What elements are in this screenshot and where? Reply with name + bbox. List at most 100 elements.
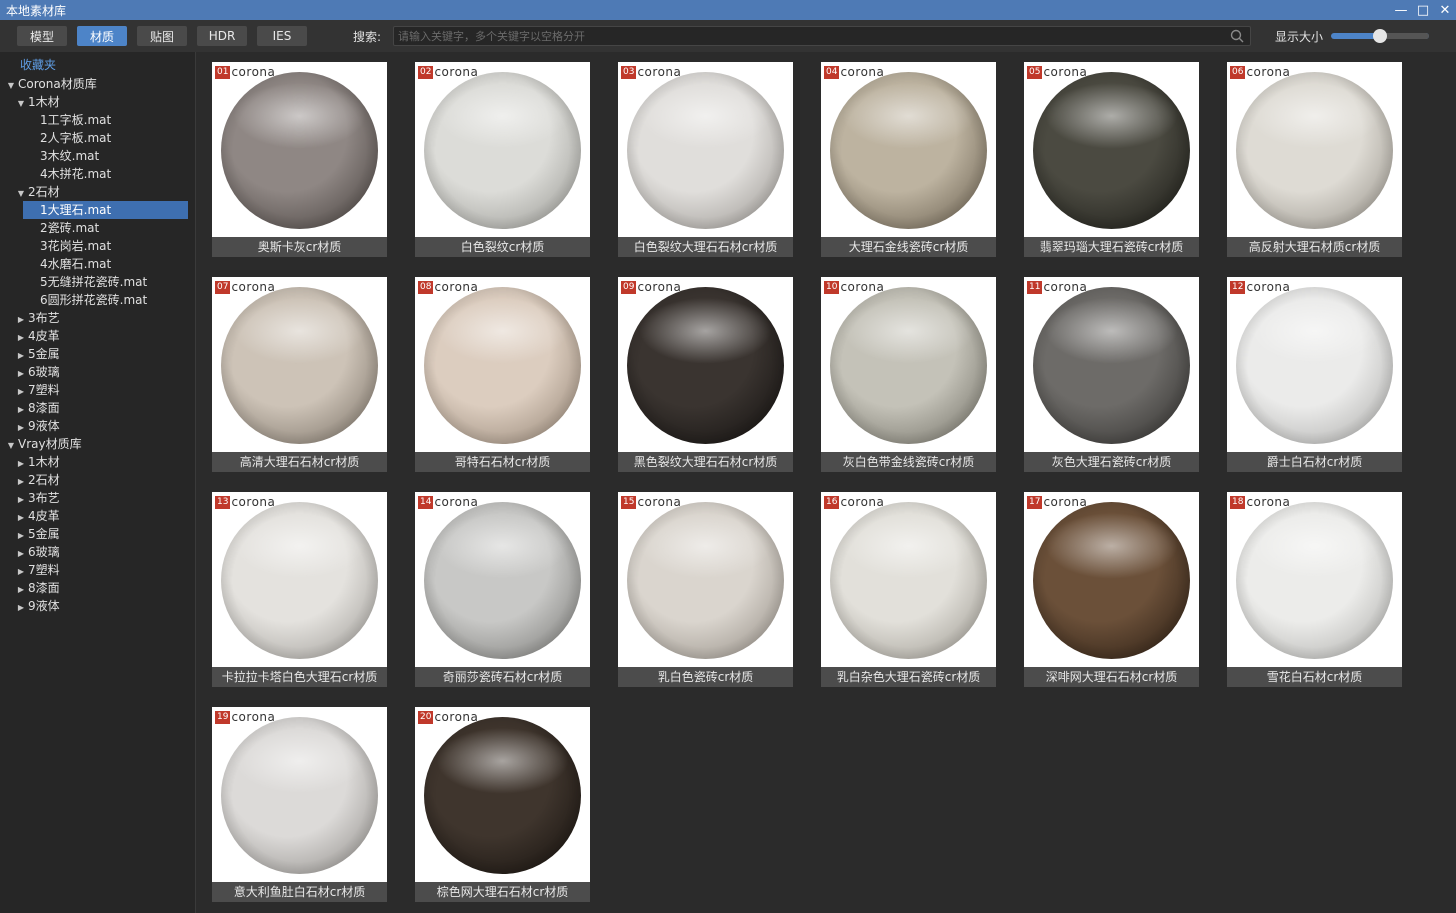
tree-item[interactable]: ▶ 5金属 (0, 345, 195, 363)
material-card[interactable]: 11 corona 灰色大理石瓷砖cr材质 (1024, 277, 1199, 472)
material-card[interactable]: 03 corona 白色裂纹大理石石材cr材质 (618, 62, 793, 257)
corona-badge: 12 corona (1230, 280, 1290, 294)
corona-logo: corona (1246, 280, 1291, 294)
tree-item[interactable]: ▶ 1木材 (0, 453, 195, 471)
search-input[interactable] (394, 27, 1215, 45)
tree-item-label: 4皮革 (28, 329, 60, 343)
tree-item[interactable]: ▶ 4皮革 (0, 327, 195, 345)
material-card[interactable]: 16 corona 乳白杂色大理石瓷砖cr材质 (821, 492, 996, 687)
material-card[interactable]: 18 corona 雪花白石材cr材质 (1227, 492, 1402, 687)
corona-logo: corona (840, 280, 885, 294)
tree-item[interactable]: ▶ 4皮革 (0, 507, 195, 525)
material-thumbnail: 18 corona (1227, 492, 1402, 667)
material-card[interactable]: 09 corona 黑色裂纹大理石石材cr材质 (618, 277, 793, 472)
material-number: 16 (824, 495, 840, 509)
material-card[interactable]: 01 corona 奥斯卡灰cr材质 (212, 62, 387, 257)
material-card[interactable]: 05 corona 翡翠玛瑙大理石瓷砖cr材质 (1024, 62, 1199, 257)
material-thumbnail: 05 corona (1024, 62, 1199, 237)
tree-item[interactable]: ▼ Vray材质库 (0, 435, 195, 453)
material-card[interactable]: 15 corona 乳白色瓷砖cr材质 (618, 492, 793, 687)
tree-item[interactable]: ▼ Corona材质库 (0, 75, 195, 93)
tree-item[interactable]: 3木纹.mat (0, 147, 195, 165)
tree-item[interactable]: ▶ 3布艺 (0, 309, 195, 327)
minimize-icon[interactable]: — (1390, 0, 1412, 20)
material-name: 白色裂纹cr材质 (415, 237, 590, 257)
tree-item[interactable]: 5无缝拼花瓷砖.mat (0, 273, 195, 291)
tree-item[interactable]: ▶ 7塑料 (0, 381, 195, 399)
tree-item[interactable]: 1大理石.mat (23, 201, 188, 219)
material-card[interactable]: 10 corona 灰白色带金线瓷砖cr材质 (821, 277, 996, 472)
tree-item[interactable]: ▶ 8漆面 (0, 579, 195, 597)
corona-badge: 20 corona (418, 710, 478, 724)
material-thumbnail: 16 corona (821, 492, 996, 667)
material-number: 18 (1230, 495, 1246, 509)
favorites-link[interactable]: 收藏夹 (0, 55, 195, 75)
tree-item[interactable]: ▶ 5金属 (0, 525, 195, 543)
tab-maps[interactable]: 贴图 (137, 26, 187, 46)
caret-right-icon[interactable]: ▶ (16, 599, 26, 617)
window-title: 本地素材库 (6, 3, 67, 18)
material-card[interactable]: 07 corona 高清大理石石材cr材质 (212, 277, 387, 472)
material-card[interactable]: 13 corona 卡拉拉卡塔白色大理石cr材质 (212, 492, 387, 687)
material-card[interactable]: 06 corona 高反射大理石材质cr材质 (1227, 62, 1402, 257)
corona-logo: corona (231, 495, 276, 509)
tree-item-label: 9液体 (28, 419, 60, 433)
tree-item[interactable]: 1工字板.mat (0, 111, 195, 129)
material-number: 04 (824, 65, 840, 79)
tree-item[interactable]: 6圆形拼花瓷砖.mat (0, 291, 195, 309)
sphere-gloss (424, 287, 581, 444)
tree-item-label: 5金属 (28, 527, 60, 541)
tree-item[interactable]: ▶ 9液体 (0, 597, 195, 615)
corona-logo: corona (1043, 280, 1088, 294)
tree-item-label: 2石材 (28, 473, 60, 487)
tree-item[interactable]: 2人字板.mat (0, 129, 195, 147)
search-icon[interactable] (1230, 29, 1244, 43)
tree-item[interactable]: ▼ 1木材 (0, 93, 195, 111)
tree-item[interactable]: 4木拼花.mat (0, 165, 195, 183)
tree-item[interactable]: ▶ 8漆面 (0, 399, 195, 417)
search-box (393, 26, 1252, 46)
material-card[interactable]: 02 corona 白色裂纹cr材质 (415, 62, 590, 257)
corona-badge: 13 corona (215, 495, 275, 509)
sphere-gloss (830, 72, 987, 229)
tab-ies[interactable]: IES (257, 26, 307, 46)
tab-models[interactable]: 模型 (17, 26, 67, 46)
material-thumbnail: 14 corona (415, 492, 590, 667)
tab-materials[interactable]: 材质 (77, 26, 127, 46)
material-card[interactable]: 14 corona 奇丽莎瓷砖石材cr材质 (415, 492, 590, 687)
tree-item[interactable]: ▶ 2石材 (0, 471, 195, 489)
sphere-gloss (627, 72, 784, 229)
tree-item[interactable]: ▶ 6玻璃 (0, 543, 195, 561)
maximize-icon[interactable]: □ (1412, 0, 1434, 20)
tree-item[interactable]: ▶ 7塑料 (0, 561, 195, 579)
material-card[interactable]: 17 corona 深啡网大理石石材cr材质 (1024, 492, 1199, 687)
material-number: 01 (215, 65, 231, 79)
tree-item[interactable]: 2瓷砖.mat (0, 219, 195, 237)
tree-item[interactable]: ▶ 6玻璃 (0, 363, 195, 381)
tab-hdr[interactable]: HDR (197, 26, 247, 46)
tree-item[interactable]: ▶ 3布艺 (0, 489, 195, 507)
corona-badge: 06 corona (1230, 65, 1290, 79)
material-name: 哥特石石材cr材质 (415, 452, 590, 472)
tree-item[interactable]: ▶ 9液体 (0, 417, 195, 435)
slider-track-rest (1381, 33, 1430, 39)
material-card[interactable]: 04 corona 大理石金线瓷砖cr材质 (821, 62, 996, 257)
material-thumbnail: 13 corona (212, 492, 387, 667)
corona-badge: 03 corona (621, 65, 681, 79)
title-bar: 本地素材库 — □ ✕ (0, 0, 1456, 20)
material-card[interactable]: 20 corona 棕色网大理石石材cr材质 (415, 707, 590, 902)
tree-item[interactable]: 4水磨石.mat (0, 255, 195, 273)
display-size-slider[interactable] (1331, 29, 1430, 43)
tree-item-label: 4皮革 (28, 509, 60, 523)
tree-item[interactable]: 3花岗岩.mat (0, 237, 195, 255)
slider-handle[interactable] (1373, 29, 1388, 43)
close-icon[interactable]: ✕ (1434, 0, 1456, 20)
material-name: 高清大理石石材cr材质 (212, 452, 387, 472)
toolbar: 模型 材质 贴图 HDR IES 搜索: 显示大小 (0, 20, 1456, 52)
material-card[interactable]: 19 corona 意大利鱼肚白石材cr材质 (212, 707, 387, 902)
material-number: 05 (1027, 65, 1043, 79)
material-card[interactable]: 12 corona 爵士白石材cr材质 (1227, 277, 1402, 472)
tree-item-label: Corona材质库 (18, 77, 97, 91)
tree-item[interactable]: ▼ 2石材 (0, 183, 195, 201)
material-card[interactable]: 08 corona 哥特石石材cr材质 (415, 277, 590, 472)
